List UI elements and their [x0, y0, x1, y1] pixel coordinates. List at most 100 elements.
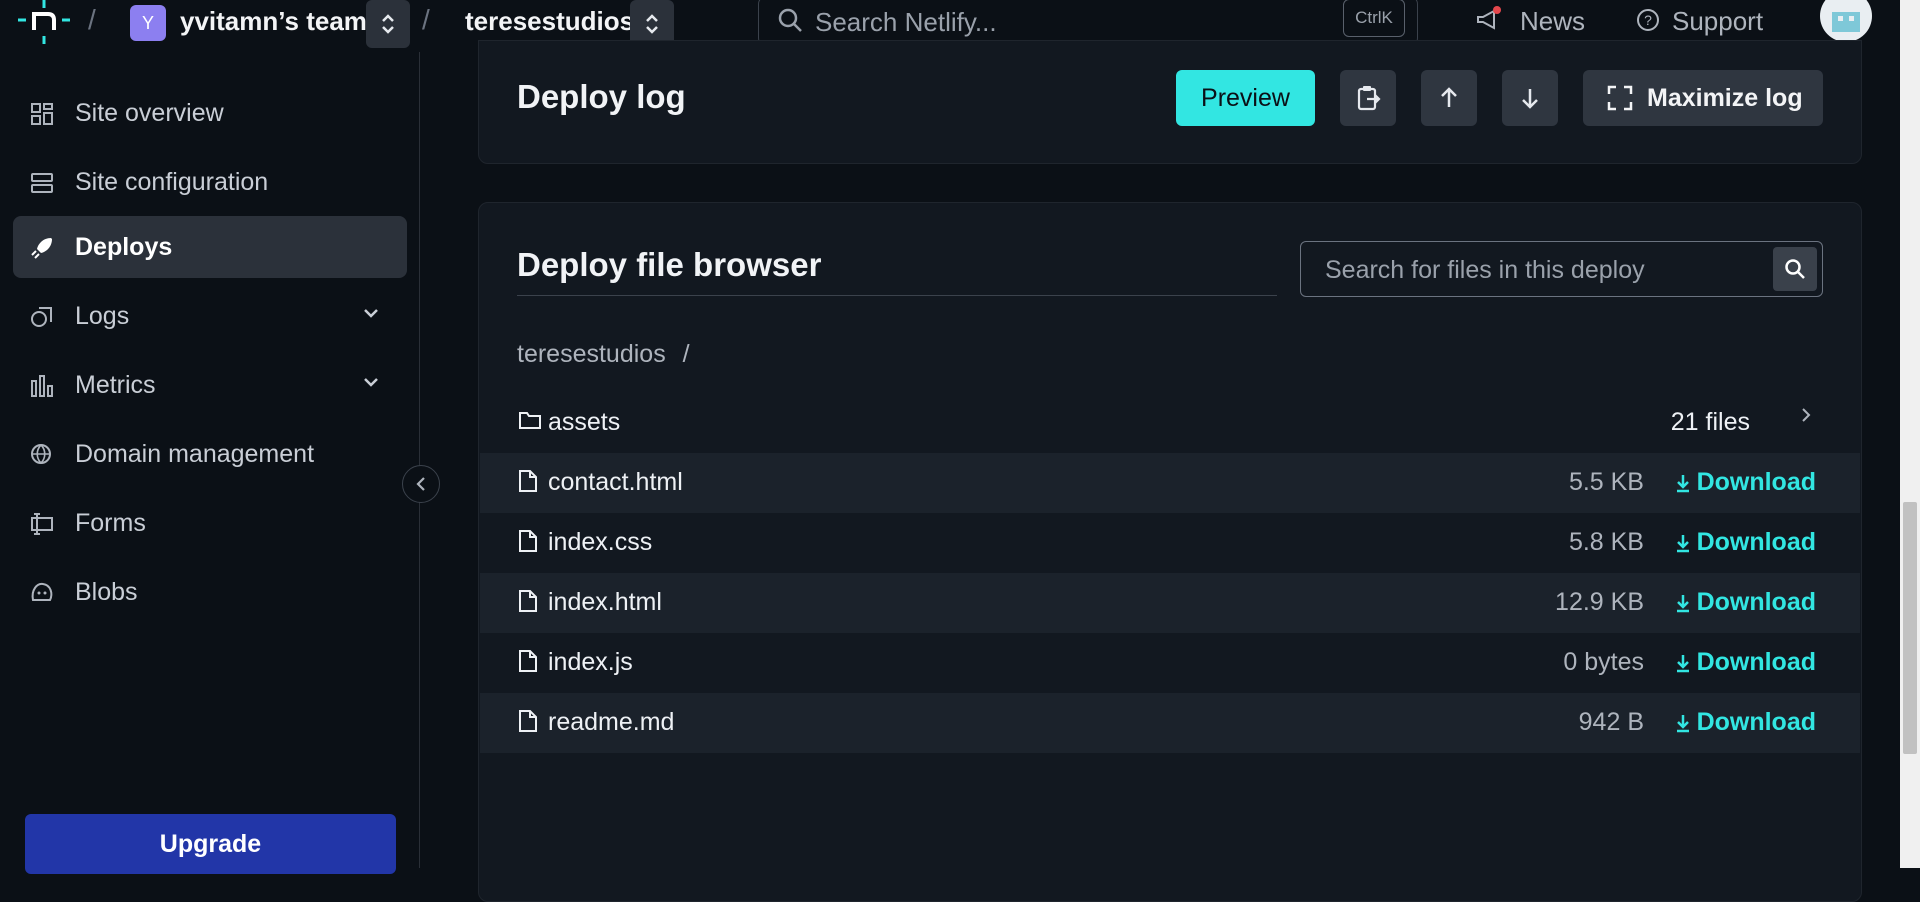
download-icon: [1676, 474, 1689, 492]
search-icon: [778, 8, 802, 32]
sidebar-item-label: Site configuration: [75, 167, 269, 196]
maximize-icon: [1607, 85, 1633, 111]
upgrade-button[interactable]: Upgrade: [25, 814, 396, 874]
support-link[interactable]: Support: [1672, 6, 1763, 37]
search-placeholder: Search Netlify...: [815, 7, 997, 37]
download-icon: [1676, 594, 1689, 612]
chevron-down-icon: [364, 378, 378, 387]
config-icon: [31, 173, 53, 193]
file-icon: [519, 470, 537, 492]
help-circle-icon[interactable]: ?: [1636, 8, 1660, 32]
sidebar-item-label: Blobs: [75, 577, 138, 606]
team-switcher-button[interactable]: [366, 0, 410, 48]
file-size: 5.5 KB: [1568, 468, 1644, 496]
breadcrumb-separator: /: [88, 4, 96, 35]
scroll-top-button[interactable]: [1421, 70, 1477, 126]
file-row: index.css 5.8 KB Download: [480, 513, 1860, 573]
sidebar-item-domain-management[interactable]: Domain management: [13, 423, 407, 485]
scroll-bottom-button[interactable]: [1502, 70, 1558, 126]
clipboard-icon: [1357, 86, 1381, 111]
sidebar-item-site-overview[interactable]: Site overview: [13, 82, 407, 144]
sidebar-item-forms[interactable]: Forms: [13, 492, 407, 554]
sidebar-item-label: Logs: [75, 301, 130, 330]
file-icon: [519, 710, 537, 732]
chevron-right-icon: [1802, 408, 1811, 422]
netlify-logo-icon[interactable]: [18, 0, 70, 44]
sidebar-item-site-configuration[interactable]: Site configuration: [13, 151, 407, 213]
download-link[interactable]: Download: [1675, 648, 1816, 677]
file-search-input[interactable]: Search for files in this deploy: [1300, 241, 1823, 297]
file-icon: [519, 530, 537, 552]
team-avatar[interactable]: Y: [130, 5, 166, 41]
sidebar-item-label: Domain management: [75, 439, 315, 468]
download-link[interactable]: Download: [1675, 528, 1816, 557]
breadcrumb-separator: /: [422, 4, 430, 35]
download-label: Download: [1696, 648, 1816, 676]
download-link[interactable]: Download: [1675, 708, 1816, 737]
search-icon: [1785, 259, 1805, 279]
title-divider: [517, 295, 1277, 296]
folder-file-count: 21 files: [1670, 408, 1750, 436]
arrow-down-icon: [1522, 89, 1538, 109]
file-name: index.html: [548, 588, 662, 616]
sidebar-item-logs[interactable]: Logs: [13, 285, 407, 347]
user-avatar[interactable]: [1820, 0, 1872, 42]
rocket-icon: [31, 238, 52, 259]
file-row: index.html 12.9 KB Download: [480, 573, 1860, 633]
sidebar-item-deploys[interactable]: Deploys: [13, 216, 407, 278]
sidebar-item-label: Site overview: [75, 98, 224, 127]
download-icon: [1676, 714, 1689, 732]
avatar-icon: [1832, 12, 1860, 32]
breadcrumb-root[interactable]: teresestudios: [517, 340, 666, 368]
arrow-up-icon: [1441, 87, 1457, 107]
file-search-placeholder: Search for files in this deploy: [1325, 256, 1645, 284]
chevron-down-icon: [364, 309, 378, 318]
file-name: contact.html: [548, 468, 683, 496]
file-size: 942 B: [1578, 708, 1644, 736]
file-breadcrumb: teresestudios /: [517, 340, 690, 369]
chevron-updown-icon: [382, 14, 394, 34]
scrollbar-thumb[interactable]: [1903, 502, 1917, 754]
folder-name: assets: [548, 408, 621, 436]
sidebar-item-label: Forms: [75, 508, 146, 537]
site-name[interactable]: teresestudios: [465, 6, 634, 37]
sidebar-item-metrics[interactable]: Metrics: [13, 354, 407, 416]
download-label: Download: [1696, 468, 1816, 496]
download-label: Download: [1696, 528, 1816, 556]
download-icon: [1676, 534, 1689, 552]
globe-icon: [31, 444, 51, 465]
chart-icon: [31, 375, 53, 397]
file-icon: [519, 650, 537, 672]
download-link[interactable]: Download: [1675, 588, 1816, 617]
preview-button[interactable]: Preview: [1176, 70, 1315, 126]
blobs-icon: [31, 582, 53, 601]
sidebar-item-label: Metrics: [75, 370, 156, 399]
forms-icon: [31, 513, 53, 535]
file-size: 0 bytes: [1563, 648, 1644, 676]
news-link[interactable]: News: [1520, 6, 1585, 37]
file-row: index.js 0 bytes Download: [480, 633, 1860, 693]
sidebar-item-blobs[interactable]: Blobs: [13, 561, 407, 623]
breadcrumb-separator: /: [682, 340, 690, 368]
copy-log-button[interactable]: [1340, 70, 1396, 126]
svg-text:?: ?: [1644, 12, 1652, 28]
megaphone-icon[interactable]: [1474, 6, 1502, 34]
folder-row[interactable]: assets 21 files: [480, 393, 1860, 453]
download-link[interactable]: Download: [1675, 468, 1816, 497]
maximize-log-button[interactable]: Maximize log: [1583, 70, 1823, 126]
file-row: contact.html 5.5 KB Download: [480, 453, 1860, 513]
logs-icon: [31, 307, 52, 327]
file-name: readme.md: [548, 708, 675, 736]
file-icon: [519, 590, 537, 612]
file-name: index.js: [548, 648, 633, 676]
chevron-left-icon: [416, 477, 425, 491]
download-icon: [1676, 654, 1689, 672]
team-name[interactable]: yvitamn’s team: [180, 6, 367, 37]
download-label: Download: [1696, 588, 1816, 616]
grid-icon: [31, 103, 53, 125]
file-browser-title: Deploy file browser: [517, 246, 822, 283]
collapse-sidebar-button[interactable]: [402, 465, 440, 503]
download-label: Download: [1696, 708, 1816, 736]
file-search-button[interactable]: [1773, 247, 1817, 291]
deploy-log-title: Deploy log: [517, 78, 686, 115]
